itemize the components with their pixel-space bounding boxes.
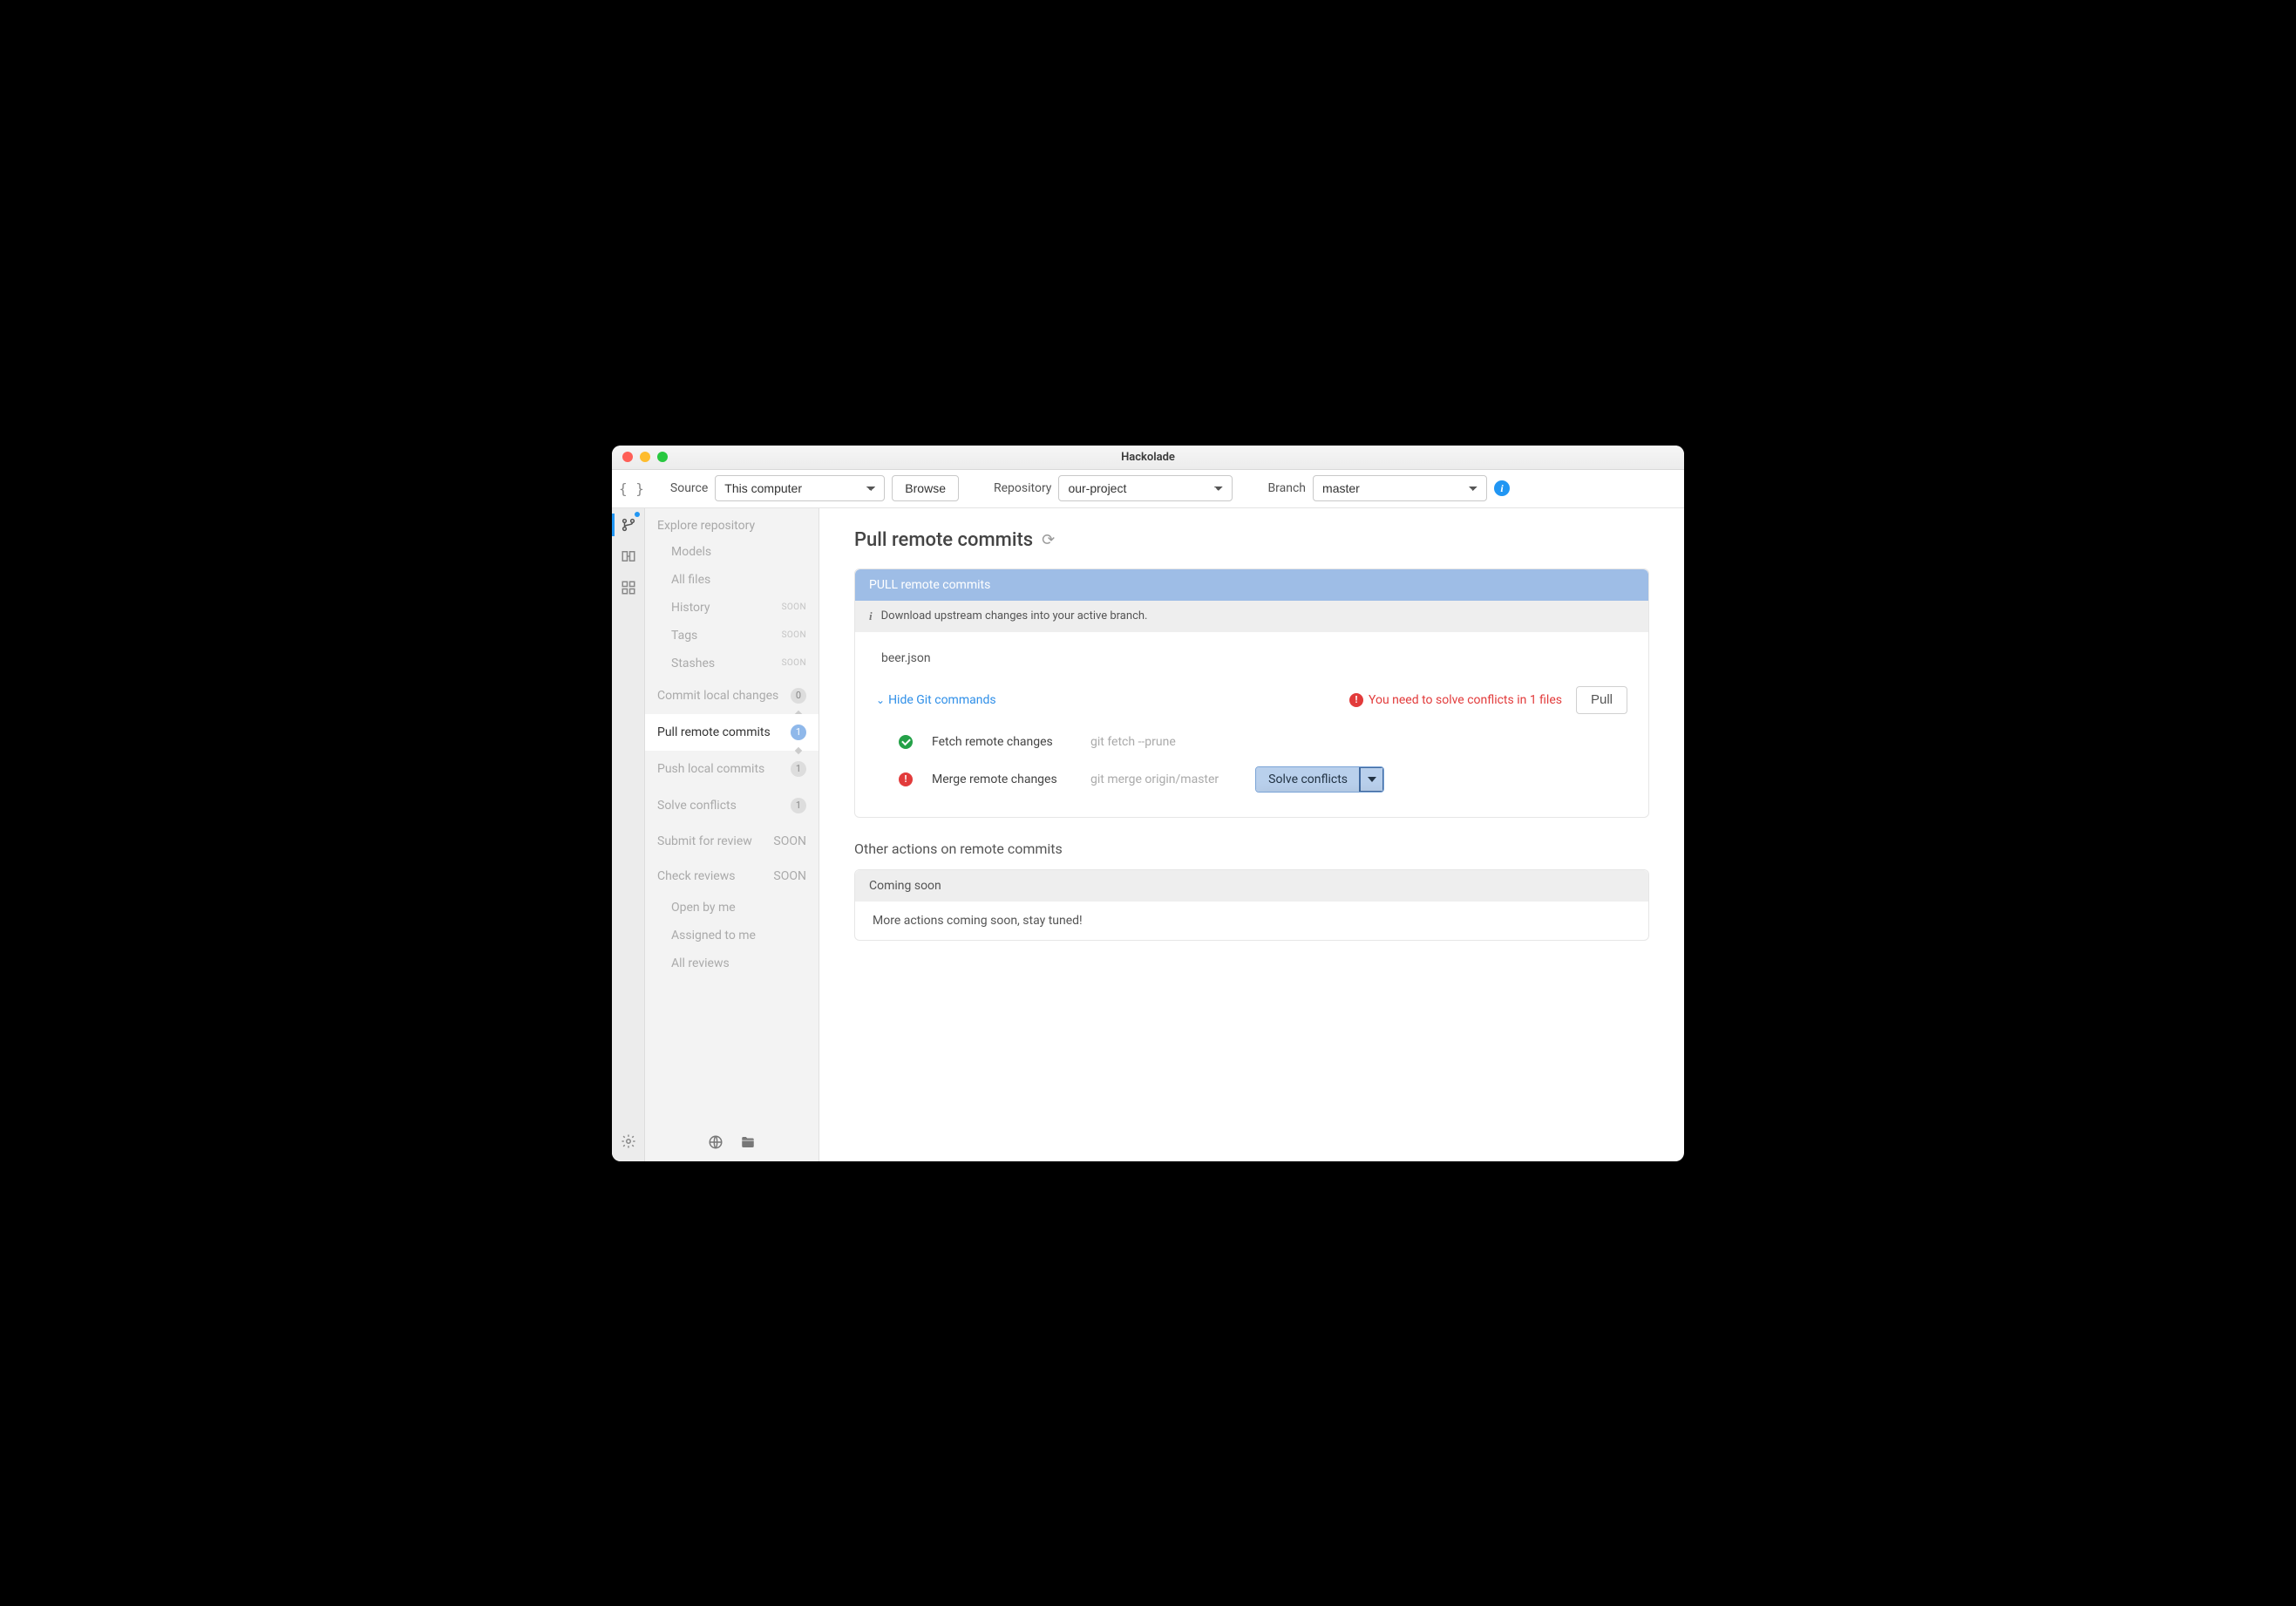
- sidebar-item-allfiles[interactable]: All files: [645, 566, 819, 594]
- info-icon[interactable]: i: [1494, 480, 1510, 496]
- file-name: beer.json: [876, 648, 1627, 683]
- sidebar-item-stashes[interactable]: StashesSOON: [645, 650, 819, 677]
- browse-button[interactable]: Browse: [892, 475, 959, 501]
- error-status-icon: !: [899, 772, 913, 786]
- sidebar-item-models[interactable]: Models: [645, 538, 819, 566]
- window-title: Hackolade: [1121, 451, 1175, 464]
- pull-button[interactable]: Pull: [1576, 686, 1627, 714]
- source-label: Source: [670, 481, 708, 495]
- settings-icon[interactable]: [619, 1132, 638, 1151]
- panel-info: i Download upstream changes into your ac…: [855, 601, 1648, 632]
- source-select[interactable]: This computer: [715, 475, 885, 501]
- folder-icon[interactable]: [739, 1134, 757, 1153]
- refresh-icon[interactable]: ⟳: [1042, 531, 1055, 549]
- repository-label: Repository: [994, 481, 1051, 495]
- panel-header: PULL remote commits: [855, 569, 1648, 601]
- sidebar-item-commit[interactable]: Commit local changes0: [645, 677, 819, 714]
- sidebar-item-history[interactable]: HistorySOON: [645, 594, 819, 622]
- merge-command: git merge origin/master: [1090, 772, 1219, 786]
- titlebar: Hackolade: [612, 446, 1684, 470]
- sidebar-item-solve[interactable]: Solve conflicts1: [645, 787, 819, 824]
- solve-conflicts-dropdown-toggle[interactable]: [1360, 767, 1383, 792]
- maximize-window-button[interactable]: [657, 452, 668, 462]
- sidebar-item-allreviews[interactable]: All reviews: [645, 949, 819, 977]
- repository-select[interactable]: our-project: [1058, 475, 1233, 501]
- solve-conflicts-split-button: Solve conflicts ✓Solve conflicts Choose …: [1255, 766, 1384, 793]
- coming-soon-panel: Coming soon More actions coming soon, st…: [854, 869, 1649, 941]
- sidebar-explore-header[interactable]: Explore repository: [645, 508, 819, 538]
- success-icon: [899, 735, 913, 749]
- sidebar-item-tags[interactable]: TagsSOON: [645, 622, 819, 650]
- coming-soon-header: Coming soon: [855, 870, 1648, 902]
- fetch-row: Fetch remote changes git fetch --prune: [876, 726, 1627, 758]
- sidebar-item-push[interactable]: Push local commits1: [645, 751, 819, 787]
- solve-conflicts-button[interactable]: Solve conflicts: [1256, 767, 1360, 792]
- sidebar-item-submit[interactable]: Submit for reviewSOON: [645, 824, 819, 859]
- fetch-command: git fetch --prune: [1090, 735, 1176, 749]
- globe-icon[interactable]: [708, 1134, 723, 1153]
- toolbar: { } Source This computer Browse Reposito…: [612, 470, 1684, 508]
- braces-icon[interactable]: { }: [619, 480, 644, 497]
- sidebar-item-openbyme[interactable]: Open by me: [645, 894, 819, 922]
- compare-icon[interactable]: [619, 547, 638, 566]
- main-content: Pull remote commits ⟳ PULL remote commit…: [819, 508, 1684, 1161]
- conflict-warning: ! You need to solve conflicts in 1 files: [1349, 693, 1562, 707]
- branch-select[interactable]: master: [1313, 475, 1487, 501]
- sidebar-item-assigned[interactable]: Assigned to me: [645, 922, 819, 949]
- info-glyph-icon: i: [869, 609, 873, 623]
- sidebar: Explore repository Models All files Hist…: [645, 508, 819, 1161]
- sidebar-item-check[interactable]: Check reviewsSOON: [645, 859, 819, 894]
- coming-soon-body: More actions coming soon, stay tuned!: [855, 902, 1648, 940]
- minimize-window-button[interactable]: [640, 452, 650, 462]
- branch-label: Branch: [1267, 481, 1306, 495]
- grid-icon[interactable]: [619, 578, 638, 597]
- other-actions-title: Other actions on remote commits: [854, 840, 1649, 857]
- page-title: Pull remote commits: [854, 529, 1033, 551]
- pull-panel: PULL remote commits i Download upstream …: [854, 568, 1649, 818]
- merge-row: ! Merge remote changes git merge origin/…: [876, 758, 1627, 801]
- sidebar-item-pull[interactable]: Pull remote commits1: [645, 714, 819, 751]
- icon-rail: [612, 508, 645, 1161]
- hide-git-commands-link[interactable]: ⌄Hide Git commands: [876, 693, 996, 707]
- error-icon: !: [1349, 693, 1363, 707]
- app-window: Hackolade { } Source This computer Brows…: [612, 446, 1684, 1161]
- branch-icon[interactable]: [619, 515, 638, 534]
- close-window-button[interactable]: [622, 452, 633, 462]
